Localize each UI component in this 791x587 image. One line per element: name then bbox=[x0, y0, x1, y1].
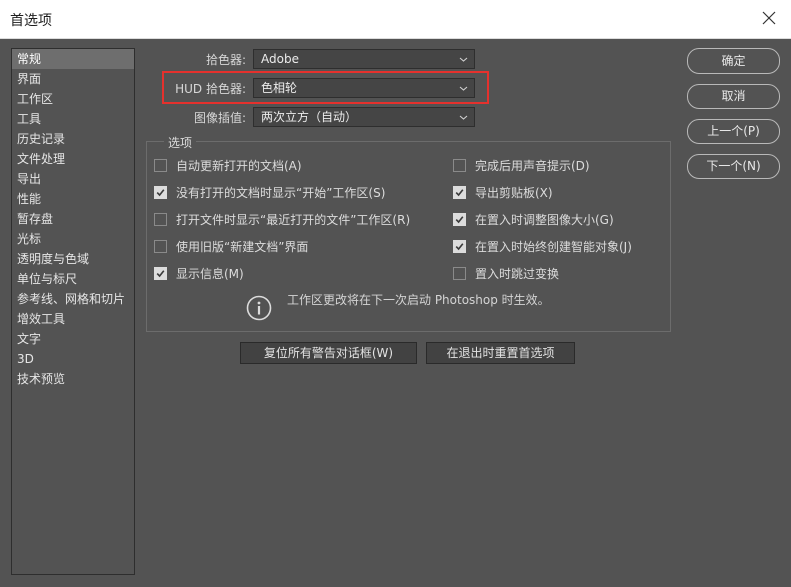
show-tooltips-checkbox[interactable]: 显示信息(M) bbox=[154, 266, 244, 282]
ok-button[interactable]: 确定 bbox=[687, 48, 780, 74]
chevron-down-icon bbox=[459, 57, 468, 62]
sidebar-item-general[interactable]: 常规 bbox=[12, 49, 134, 69]
chevron-down-icon bbox=[459, 86, 468, 91]
color-picker-label: 拾色器: bbox=[205, 53, 246, 67]
checkbox-box bbox=[154, 213, 167, 226]
chevron-down-icon bbox=[459, 115, 468, 120]
auto-update-open-documents-checkbox[interactable]: 自动更新打开的文档(A) bbox=[154, 158, 302, 174]
sidebar-item-performance[interactable]: 性能 bbox=[12, 189, 134, 209]
sidebar-item-type[interactable]: 文字 bbox=[12, 329, 134, 349]
sidebar-item-3d[interactable]: 3D bbox=[12, 349, 134, 369]
color-picker-select[interactable]: Adobe bbox=[253, 49, 475, 69]
checkbox-box bbox=[453, 267, 466, 280]
color-picker-value: Adobe bbox=[261, 52, 299, 66]
checkbox-label: 没有打开的文档时显示“开始”工作区(S) bbox=[176, 186, 386, 200]
sidebar-item-export[interactable]: 导出 bbox=[12, 169, 134, 189]
window-title: 首选项 bbox=[10, 13, 52, 29]
hud-color-picker-value: 色相轮 bbox=[261, 81, 298, 95]
previous-button[interactable]: 上一个(P) bbox=[687, 119, 780, 144]
sidebar-item-technology-previews[interactable]: 技术预览 bbox=[12, 369, 134, 389]
close-icon[interactable] bbox=[757, 6, 781, 30]
sidebar-item-plugins[interactable]: 增效工具 bbox=[12, 309, 134, 329]
checkbox-box bbox=[453, 159, 466, 172]
cancel-button[interactable]: 取消 bbox=[687, 84, 780, 109]
checkbox-label: 使用旧版“新建文档”界面 bbox=[176, 240, 309, 254]
checkbox-box bbox=[154, 159, 167, 172]
sidebar-item-file-handling[interactable]: 文件处理 bbox=[12, 149, 134, 169]
sidebar-item-cursors[interactable]: 光标 bbox=[12, 229, 134, 249]
checkbox-label: 置入时跳过变换 bbox=[475, 267, 560, 281]
reset-preferences-on-quit-button[interactable]: 在退出时重置首选项 bbox=[426, 342, 575, 364]
checkbox-box bbox=[154, 267, 167, 280]
hud-color-picker-select[interactable]: 色相轮 bbox=[253, 78, 475, 98]
skip-transform-on-place-checkbox[interactable]: 置入时跳过变换 bbox=[453, 266, 559, 282]
checkbox-label: 自动更新打开的文档(A) bbox=[176, 159, 302, 173]
checkbox-label: 导出剪贴板(X) bbox=[475, 186, 553, 200]
hud-color-picker-label: HUD 拾色器: bbox=[175, 82, 246, 96]
checkbox-label: 打开文件时显示“最近打开的文件”工作区(R) bbox=[176, 213, 411, 227]
sidebar-item-history-log[interactable]: 历史记录 bbox=[12, 129, 134, 149]
checkmark-icon bbox=[156, 189, 165, 197]
checkbox-label: 完成后用声音提示(D) bbox=[475, 159, 590, 173]
next-button[interactable]: 下一个(N) bbox=[687, 154, 780, 179]
interpolation-label: 图像插值: bbox=[193, 111, 246, 125]
interpolation-value: 两次立方（自动） bbox=[261, 110, 358, 124]
interpolation-select[interactable]: 两次立方（自动） bbox=[253, 107, 475, 127]
checkmark-icon bbox=[455, 216, 464, 224]
sidebar-item-guides-grid-slices[interactable]: 参考线、网格和切片 bbox=[12, 289, 134, 309]
sidebar-item-transparency-gamut[interactable]: 透明度与色域 bbox=[12, 249, 134, 269]
resize-image-on-place-checkbox[interactable]: 在置入时调整图像大小(G) bbox=[453, 212, 614, 228]
checkbox-label: 在置入时始终创建智能对象(J) bbox=[475, 240, 632, 254]
always-create-smart-objects-checkbox[interactable]: 在置入时始终创建智能对象(J) bbox=[453, 239, 632, 255]
title-bar: 首选项 bbox=[0, 0, 791, 39]
restart-info-text: 工作区更改将在下一次启动 Photoshop 时生效。 bbox=[287, 293, 550, 307]
export-clipboard-checkbox[interactable]: 导出剪贴板(X) bbox=[453, 185, 553, 201]
preferences-category-list: 常规 界面 工作区 工具 历史记录 文件处理 导出 性能 暂存盘 光标 透明度与… bbox=[11, 48, 135, 575]
checkbox-box bbox=[453, 213, 466, 226]
checkbox-label: 显示信息(M) bbox=[176, 267, 244, 281]
reset-all-warnings-button[interactable]: 复位所有警告对话框(W) bbox=[240, 342, 417, 364]
beep-when-done-checkbox[interactable]: 完成后用声音提示(D) bbox=[453, 158, 590, 174]
checkbox-box bbox=[154, 186, 167, 199]
sidebar-item-units-rulers[interactable]: 单位与标尺 bbox=[12, 269, 134, 289]
checkbox-box bbox=[453, 186, 466, 199]
checkmark-icon bbox=[455, 189, 464, 197]
sidebar-item-tools[interactable]: 工具 bbox=[12, 109, 134, 129]
checkbox-box bbox=[453, 240, 466, 253]
sidebar-item-interface[interactable]: 界面 bbox=[12, 69, 134, 89]
checkbox-label: 在置入时调整图像大小(G) bbox=[475, 213, 614, 227]
sidebar-item-workspace[interactable]: 工作区 bbox=[12, 89, 134, 109]
info-icon bbox=[246, 295, 272, 321]
checkbox-box bbox=[154, 240, 167, 253]
checkmark-icon bbox=[156, 270, 165, 278]
show-recent-files-workspace-checkbox[interactable]: 打开文件时显示“最近打开的文件”工作区(R) bbox=[154, 212, 410, 228]
checkmark-icon bbox=[455, 243, 464, 251]
show-start-workspace-checkbox[interactable]: 没有打开的文档时显示“开始”工作区(S) bbox=[154, 185, 385, 201]
options-group-title: 选项 bbox=[164, 134, 197, 151]
sidebar-item-scratch-disks[interactable]: 暂存盘 bbox=[12, 209, 134, 229]
legacy-new-document-checkbox[interactable]: 使用旧版“新建文档”界面 bbox=[154, 239, 308, 255]
